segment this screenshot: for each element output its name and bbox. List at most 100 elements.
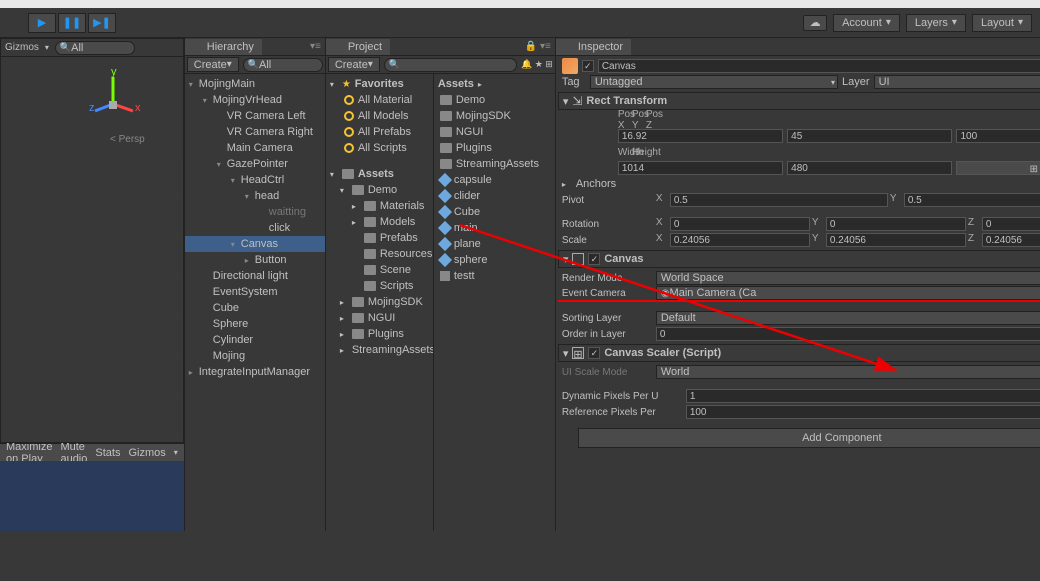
all-models[interactable]: All Models bbox=[326, 108, 433, 124]
hierarchy-item[interactable]: Directional light bbox=[185, 268, 325, 284]
hierarchy-create[interactable]: Create ▾ bbox=[187, 57, 239, 72]
dpp-field[interactable] bbox=[686, 389, 1040, 403]
favorites-folder[interactable]: ▾★Favorites bbox=[326, 76, 433, 92]
rpp-field[interactable] bbox=[686, 405, 1040, 419]
hierarchy-item[interactable]: Cylinder bbox=[185, 332, 325, 348]
stats-toggle[interactable]: Stats bbox=[95, 447, 120, 459]
project-folder[interactable]: Scripts bbox=[326, 278, 433, 294]
scale-y[interactable] bbox=[826, 233, 966, 247]
asset-item[interactable]: clider bbox=[434, 188, 555, 204]
asset-item[interactable]: Cube bbox=[434, 204, 555, 220]
asset-item[interactable]: MojingSDK bbox=[434, 108, 555, 124]
order-field[interactable] bbox=[656, 327, 1040, 341]
project-folder[interactable]: ▸Materials bbox=[326, 198, 433, 214]
asset-item[interactable]: testt bbox=[434, 268, 555, 284]
layers-dropdown[interactable]: Layers ▾ bbox=[906, 14, 966, 32]
rot-y[interactable] bbox=[826, 217, 966, 231]
project-folder[interactable]: Prefabs bbox=[326, 230, 433, 246]
height-field[interactable] bbox=[787, 161, 952, 175]
pause-button[interactable]: ❚❚ bbox=[58, 13, 86, 33]
hierarchy-item[interactable]: Mojing bbox=[185, 348, 325, 364]
hierarchy-item[interactable]: Cube bbox=[185, 300, 325, 316]
hierarchy-item[interactable]: ▾head bbox=[185, 188, 325, 204]
posy-field[interactable] bbox=[787, 129, 952, 143]
hierarchy-item[interactable]: VR Camera Right bbox=[185, 124, 325, 140]
asset-item[interactable]: NGUI bbox=[434, 124, 555, 140]
width-field[interactable] bbox=[618, 161, 783, 175]
name-field[interactable] bbox=[598, 59, 1040, 73]
hierarchy-item[interactable]: click bbox=[185, 220, 325, 236]
hierarchy-item[interactable]: waitting bbox=[185, 204, 325, 220]
hierarchy-item[interactable]: ▾Canvas bbox=[185, 236, 325, 252]
scale-z[interactable] bbox=[982, 233, 1040, 247]
hierarchy-item[interactable]: Sphere bbox=[185, 316, 325, 332]
orientation-gizmo[interactable]: y x z bbox=[83, 69, 143, 129]
hierarchy-item[interactable]: EventSystem bbox=[185, 284, 325, 300]
project-folder[interactable]: ▾Demo bbox=[326, 182, 433, 198]
anchors-foldout[interactable]: Anchors bbox=[576, 178, 616, 190]
hierarchy-item[interactable]: ▸Button bbox=[185, 252, 325, 268]
rot-z[interactable] bbox=[982, 217, 1040, 231]
assets-breadcrumb[interactable]: Assets ▸ bbox=[434, 76, 555, 92]
project-create[interactable]: Create ▾ bbox=[328, 57, 380, 72]
posz-field[interactable] bbox=[956, 129, 1040, 143]
pivot-x[interactable] bbox=[670, 193, 888, 207]
hierarchy-item[interactable]: ▸IntegrateInputManager bbox=[185, 364, 325, 380]
all-prefabs[interactable]: All Prefabs bbox=[326, 124, 433, 140]
step-button[interactable]: ▶❚ bbox=[88, 13, 116, 33]
event-camera-field[interactable]: ◉ Main Camera (Ca bbox=[656, 286, 1040, 300]
gizmos-label[interactable]: Gizmos bbox=[5, 42, 39, 53]
render-mode-dropdown[interactable]: World Space bbox=[656, 271, 1040, 285]
posx-field[interactable] bbox=[618, 129, 783, 143]
pivot-y[interactable] bbox=[904, 193, 1040, 207]
hierarchy-search[interactable]: 🔍 All bbox=[243, 58, 323, 72]
project-folder[interactable]: ▸MojingSDK bbox=[326, 294, 433, 310]
project-tab[interactable]: Project bbox=[326, 39, 390, 55]
rect-transform-header[interactable]: ▾⇲Rect Transform⚙ bbox=[558, 92, 1040, 110]
hierarchy-menu[interactable]: ▾≡ bbox=[306, 41, 325, 52]
canvas-header[interactable]: ▾✓Canvas⚙ bbox=[558, 250, 1040, 268]
blueprint-button[interactable]: ⊞ R bbox=[956, 161, 1040, 175]
project-folder[interactable]: ▸StreamingAssets bbox=[326, 342, 433, 358]
asset-item[interactable]: Plugins bbox=[434, 140, 555, 156]
all-materials[interactable]: All Material bbox=[326, 92, 433, 108]
hierarchy-item[interactable]: Main Camera bbox=[185, 140, 325, 156]
asset-item[interactable]: capsule bbox=[434, 172, 555, 188]
layout-dropdown[interactable]: Layout ▾ bbox=[972, 14, 1032, 32]
tag-dropdown[interactable]: Untagged bbox=[590, 75, 838, 89]
asset-item[interactable]: StreamingAssets bbox=[434, 156, 555, 172]
sorting-layer-dropdown[interactable]: Default bbox=[656, 311, 1040, 325]
gizmos2-toggle[interactable]: Gizmos bbox=[128, 447, 165, 459]
play-button[interactable]: ▶ bbox=[28, 13, 56, 33]
project-folder[interactable]: ▸Plugins bbox=[326, 326, 433, 342]
asset-item[interactable]: sphere bbox=[434, 252, 555, 268]
persp-label[interactable]: Persp bbox=[110, 134, 145, 145]
project-search[interactable]: 🔍 bbox=[384, 58, 517, 72]
layer-dropdown[interactable]: UI bbox=[874, 75, 1040, 89]
all-scripts[interactable]: All Scripts bbox=[326, 140, 433, 156]
project-menu[interactable]: 🔒 ▾≡ bbox=[521, 41, 555, 52]
hierarchy-item[interactable]: ▾MojingVrHead bbox=[185, 92, 325, 108]
add-component-button[interactable]: Add Component bbox=[578, 428, 1040, 448]
hierarchy-item[interactable]: ▾GazePointer bbox=[185, 156, 325, 172]
asset-item[interactable]: Demo bbox=[434, 92, 555, 108]
project-folder[interactable]: Resources bbox=[326, 246, 433, 262]
hierarchy-item[interactable]: ▾HeadCtrl bbox=[185, 172, 325, 188]
hierarchy-tab[interactable]: Hierarchy bbox=[185, 39, 262, 55]
hierarchy-item[interactable]: VR Camera Left bbox=[185, 108, 325, 124]
rot-x[interactable] bbox=[670, 217, 810, 231]
scaler-header[interactable]: ▾⊞✓Canvas Scaler (Script)⚙ bbox=[558, 344, 1040, 362]
active-checkbox[interactable]: ✓ bbox=[582, 60, 594, 72]
scene-search[interactable]: 🔍 All bbox=[55, 41, 135, 55]
assets-root[interactable]: ▾Assets bbox=[326, 166, 433, 182]
inspector-tab[interactable]: Inspector bbox=[556, 39, 631, 55]
project-folder[interactable]: ▸Models bbox=[326, 214, 433, 230]
asset-item[interactable]: main bbox=[434, 220, 555, 236]
account-dropdown[interactable]: Account ▾ bbox=[833, 14, 900, 32]
scale-x[interactable] bbox=[670, 233, 810, 247]
project-folder[interactable]: ▸NGUI bbox=[326, 310, 433, 326]
project-folder[interactable]: Scene bbox=[326, 262, 433, 278]
project-icons[interactable]: 🔔 ★ ⊞ bbox=[521, 59, 553, 70]
asset-item[interactable]: plane bbox=[434, 236, 555, 252]
hierarchy-item[interactable]: ▾MojingMain bbox=[185, 76, 325, 92]
